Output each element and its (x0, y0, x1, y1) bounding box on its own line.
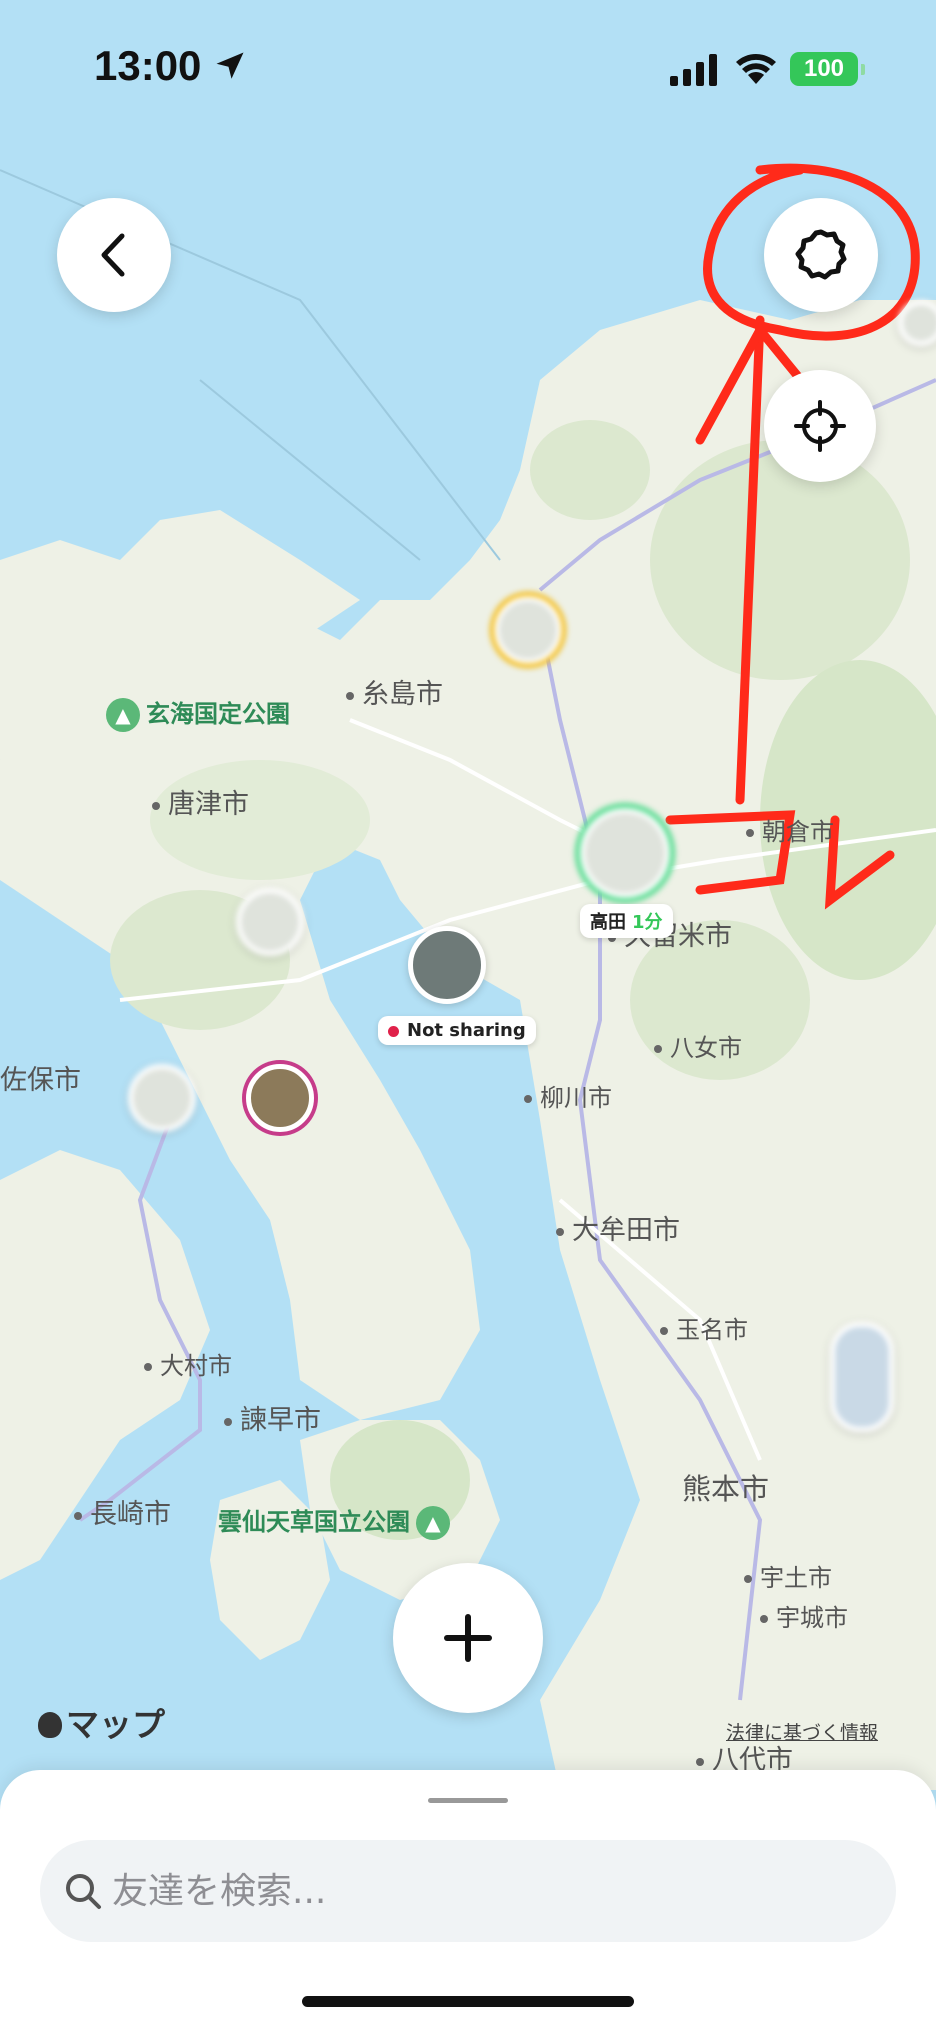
map-label-uki[interactable]: 宇城市 (760, 1598, 848, 1633)
battery-icon: 100 (790, 52, 865, 86)
map-label-asakura[interactable]: 朝倉市 (746, 812, 834, 847)
legal-link[interactable]: 法律に基づく情報 (726, 1718, 878, 1745)
my-avatar[interactable] (408, 926, 486, 1004)
search-input[interactable] (112, 1840, 872, 1942)
back-button[interactable] (57, 198, 171, 312)
friend-avatar[interactable] (830, 1322, 894, 1432)
not-sharing-pill[interactable]: Not sharing (378, 1016, 536, 1045)
map-label-tamana[interactable]: 玉名市 (660, 1310, 748, 1345)
park-icon: ▲ (416, 1506, 450, 1540)
last-seen-time: 1分 (632, 912, 663, 933)
location-arrow-icon (216, 52, 244, 79)
friend-avatar[interactable] (494, 596, 562, 664)
cellular-signal-icon (670, 54, 717, 86)
plus-icon (444, 1614, 492, 1662)
apple-logo-icon (38, 1712, 62, 1738)
add-button[interactable] (393, 1563, 543, 1713)
not-sharing-dot (388, 1025, 399, 1037)
map-label-omura[interactable]: 大村市 (144, 1346, 232, 1381)
gear-icon (795, 229, 847, 280)
map-label-unzen-park[interactable]: 雲仙天草国立公園 ▲ (218, 1502, 450, 1540)
map-label-genkai-park[interactable]: ▲ 玄海国定公園 (106, 694, 290, 732)
chevron-left-icon (101, 233, 125, 277)
park-icon: ▲ (106, 698, 140, 732)
map-label-itoshima[interactable]: 糸島市 (346, 672, 443, 711)
search-icon (66, 1874, 101, 1909)
map-label-yanagawa[interactable]: 柳川市 (524, 1078, 612, 1113)
crosshair-icon (794, 400, 846, 452)
home-indicator (302, 1996, 634, 2007)
search-bar[interactable] (40, 1840, 896, 1942)
friend-avatar-takada[interactable] (580, 808, 670, 898)
wifi-icon (736, 54, 776, 84)
map-label-sasebo[interactable]: 佐保市 (0, 1058, 81, 1097)
bottom-sheet[interactable] (0, 1770, 936, 2028)
friend-avatar[interactable] (898, 300, 936, 346)
map-label-karatsu[interactable]: 唐津市 (152, 782, 249, 821)
friend-status-pill[interactable]: 高田 1分 (580, 904, 673, 938)
sheet-grabber[interactable] (428, 1798, 508, 1803)
friend-name: 高田 (590, 912, 626, 933)
map-label-nagasaki[interactable]: 長崎市 (74, 1492, 171, 1531)
apple-maps-attribution[interactable]: マップ (38, 1698, 165, 1746)
map-label-isahaya[interactable]: 諫早市 (224, 1398, 321, 1437)
status-time: 13:00 (94, 42, 202, 89)
friend-avatar[interactable] (246, 1064, 314, 1132)
map-label-uto[interactable]: 宇土市 (744, 1558, 832, 1593)
map-label-yame[interactable]: 八女市 (654, 1028, 742, 1063)
locate-me-button[interactable] (764, 370, 876, 482)
status-bar: 13:00 100 (0, 0, 936, 140)
friend-avatar[interactable] (236, 888, 304, 956)
friend-avatar[interactable] (128, 1064, 196, 1132)
map-label-kumamoto[interactable]: 熊本市 (682, 1466, 769, 1508)
settings-button[interactable] (764, 198, 878, 312)
map-label-omuta[interactable]: 大牟田市 (556, 1208, 680, 1247)
